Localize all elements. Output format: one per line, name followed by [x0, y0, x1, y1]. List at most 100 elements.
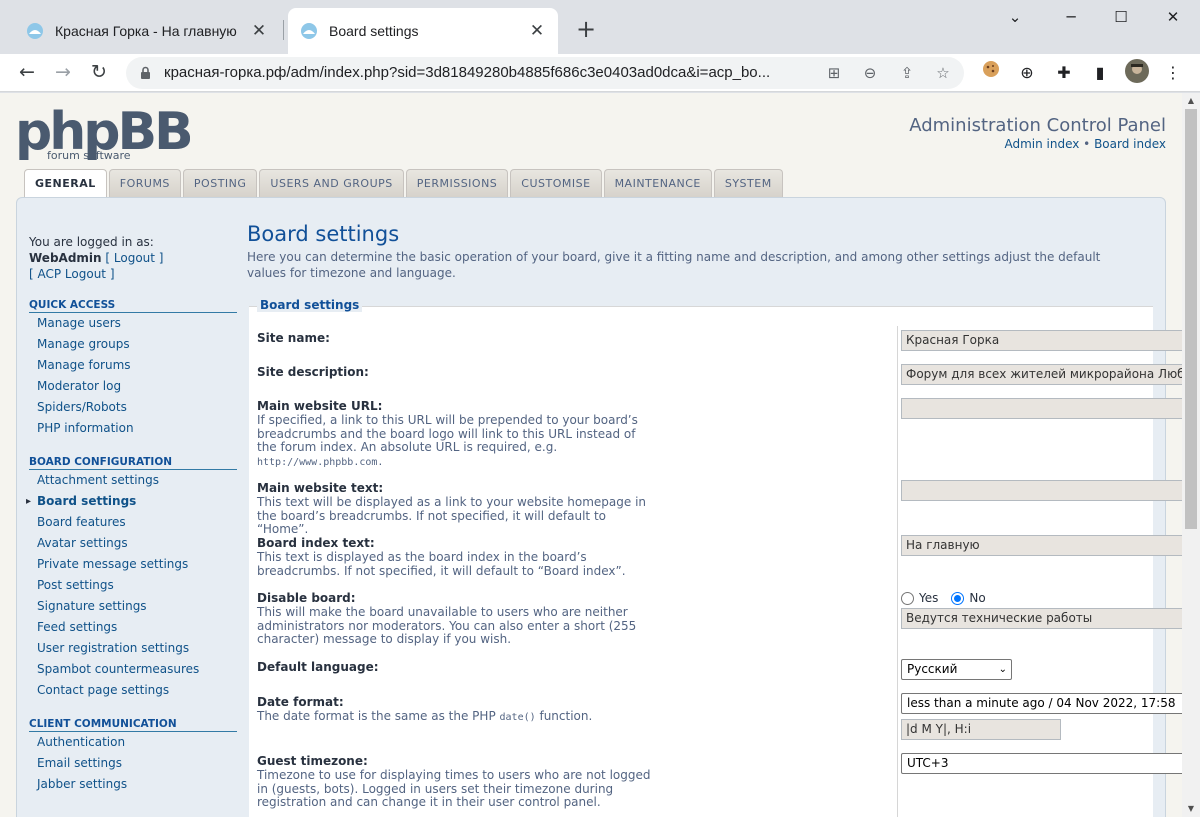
sidebar-item-signature-settings[interactable]: Signature settings	[29, 596, 237, 617]
zoom-icon[interactable]: ⊖	[859, 62, 881, 84]
field-label: Disable board:	[257, 591, 356, 605]
forward-arrow-icon[interactable]: →	[48, 58, 78, 88]
sidebar-item-feed-settings[interactable]: Feed settings	[29, 617, 237, 638]
sidebar-item-contact-page-settings[interactable]: Contact page settings	[29, 680, 237, 701]
board-index-text-input[interactable]: На главную	[901, 535, 1182, 556]
tab-separator	[283, 20, 284, 40]
tab-customise[interactable]: CUSTOMISE	[510, 169, 602, 197]
tab-users-and-groups[interactable]: USERS AND GROUPS	[259, 169, 404, 197]
lock-icon[interactable]	[140, 66, 151, 80]
minimize-icon[interactable]: ─	[1048, 0, 1094, 36]
board-index-link[interactable]: Board index	[1094, 137, 1166, 151]
tab-permissions[interactable]: PERMISSIONS	[405, 169, 509, 197]
sidebar-item-board-features[interactable]: Board features	[29, 512, 237, 533]
page-scrollbar[interactable]: ▲ ▼	[1182, 93, 1200, 817]
sidebar-item-php-information[interactable]: PHP information	[29, 418, 237, 439]
acp-logout-link[interactable]: [ ACP Logout ]	[29, 266, 237, 282]
sidebar-item-manage-users[interactable]: Manage users	[29, 313, 237, 334]
browser-tab-title: Board settings	[329, 23, 419, 39]
tab-system[interactable]: SYSTEM	[713, 169, 783, 197]
sidebar-item-manage-groups[interactable]: Manage groups	[29, 334, 237, 355]
sidebar-item-post-settings[interactable]: Post settings	[29, 575, 237, 596]
content-panel: You are logged in as: WebAdmin [ Logout …	[16, 197, 1182, 817]
kebab-menu-icon[interactable]: ⋮	[1158, 58, 1188, 88]
tab-posting[interactable]: POSTING	[182, 169, 258, 197]
username: WebAdmin	[29, 251, 102, 265]
date-format-select[interactable]: less than a minute ago / 04 Nov 2022, 17…	[901, 693, 1182, 714]
disable-message-input[interactable]: Ведутся технические работы	[901, 608, 1182, 629]
scrollbar-thumb[interactable]	[1185, 109, 1197, 529]
new-tab-button[interactable]: +	[572, 16, 600, 44]
sidebar-item-spiders-robots[interactable]: Spiders/Robots	[29, 397, 237, 418]
field-explain: If specified, a link to this URL will be…	[257, 413, 638, 454]
radio-label-no[interactable]: No	[969, 591, 985, 605]
admin-index-link[interactable]: Admin index	[1004, 137, 1079, 151]
sidebar-item-jabber-settings[interactable]: Jabber settings	[29, 774, 237, 795]
browser-tab-board-settings[interactable]: Board settings ✕	[288, 8, 558, 54]
globe-extension-icon[interactable]: ⊕	[1012, 58, 1042, 88]
profile-avatar[interactable]	[1122, 58, 1152, 88]
extensions-puzzle-icon[interactable]: ✚	[1049, 58, 1079, 88]
custom-date-format-input[interactable]: |d M Y|, H:i	[901, 719, 1061, 740]
sidebar-item-attachment-settings[interactable]: Attachment settings	[29, 470, 237, 491]
address-bar[interactable]: красная-горка.рф/adm/index.php?sid=3d818…	[126, 57, 964, 89]
field-label: Main website text:	[257, 481, 384, 495]
logout-link[interactable]: [ Logout ]	[105, 251, 163, 265]
field-label: Site description:	[257, 365, 369, 379]
column-divider	[897, 394, 898, 476]
tab-forums[interactable]: FORUMS	[108, 169, 181, 197]
maximize-icon[interactable]: ☐	[1098, 0, 1144, 36]
tab-general[interactable]: GENERAL	[24, 169, 107, 199]
cookie-extension-icon[interactable]	[976, 58, 1006, 88]
radio-label-yes[interactable]: Yes	[919, 591, 938, 605]
share-icon[interactable]: ⇪	[896, 62, 918, 84]
field-label: Date format:	[257, 695, 344, 709]
field-site-description: Site description: Форум для всех жителей…	[257, 360, 1182, 394]
side-panel-icon[interactable]: ▮	[1085, 58, 1115, 88]
translate-icon[interactable]: ⊞	[823, 62, 845, 84]
site-description-input[interactable]: Форум для всех жителей микрорайона Любер…	[901, 364, 1182, 385]
link-separator: •	[1083, 137, 1091, 151]
field-default-language: Default language: Русский ⌄	[257, 654, 1157, 688]
browser-tab-home[interactable]: Красная Горка - На главную ✕	[14, 8, 280, 54]
main-website-url-input[interactable]	[901, 398, 1182, 419]
site-favicon-icon	[301, 23, 317, 39]
default-language-select[interactable]: Русский ⌄	[901, 659, 1012, 680]
field-guest-timezone: Guest timezone: Timezone to use for disp…	[257, 746, 1182, 817]
field-explain: function.	[539, 709, 593, 723]
sidebar-item-moderator-log[interactable]: Moderator log	[29, 376, 237, 397]
sidebar-item-authentication[interactable]: Authentication	[29, 732, 237, 753]
phpbb-logo[interactable]: phpBB forum software	[15, 105, 190, 165]
sidebar-item-user-registration-settings[interactable]: User registration settings	[29, 638, 237, 659]
window-close-icon[interactable]: ✕	[1150, 0, 1196, 36]
sidebar-item-board-settings[interactable]: Board settings	[26, 491, 237, 512]
scroll-up-icon[interactable]: ▲	[1182, 93, 1200, 109]
header-links: Admin index • Board index	[1004, 137, 1166, 151]
field-explain: This text is displayed as the board inde…	[257, 550, 626, 578]
disable-board-no-radio[interactable]	[951, 591, 965, 605]
field-main-website-url: Main website URL: If specified, a link t…	[257, 394, 1182, 476]
back-arrow-icon[interactable]: ←	[12, 58, 42, 88]
sidebar-item-private-message-settings[interactable]: Private message settings	[29, 554, 237, 575]
tab-search-chevron-icon[interactable]: ⌄	[992, 0, 1038, 36]
guest-timezone-select[interactable]: UTC+3 ⌄	[901, 753, 1182, 774]
svg-text:forum software: forum software	[47, 149, 131, 162]
scroll-down-icon[interactable]: ▼	[1182, 801, 1200, 817]
reload-icon[interactable]: ↻	[84, 58, 114, 88]
sidebar-item-email-settings[interactable]: Email settings	[29, 753, 237, 774]
page-title: Board settings	[247, 222, 400, 246]
tab-maintenance[interactable]: MAINTENANCE	[603, 169, 712, 197]
url-text[interactable]: красная-горка.рф/adm/index.php?sid=3d818…	[164, 57, 814, 89]
disable-board-yes-radio[interactable]	[901, 591, 914, 605]
menu-section-title: CLIENT COMMUNICATION	[29, 718, 237, 732]
field-date-format: Date format: The date format is the same…	[257, 688, 1182, 746]
site-name-input[interactable]: Красная Горка	[901, 330, 1182, 351]
bookmark-star-icon[interactable]: ☆	[932, 62, 954, 84]
sidebar-item-manage-forums[interactable]: Manage forums	[29, 355, 237, 376]
close-icon[interactable]: ✕	[250, 21, 268, 41]
column-divider	[897, 586, 898, 654]
sidebar-item-spambot-countermeasures[interactable]: Spambot countermeasures	[29, 659, 237, 680]
sidebar-item-avatar-settings[interactable]: Avatar settings	[29, 533, 237, 554]
main-website-text-input[interactable]	[901, 480, 1182, 501]
close-icon[interactable]: ✕	[528, 21, 546, 41]
